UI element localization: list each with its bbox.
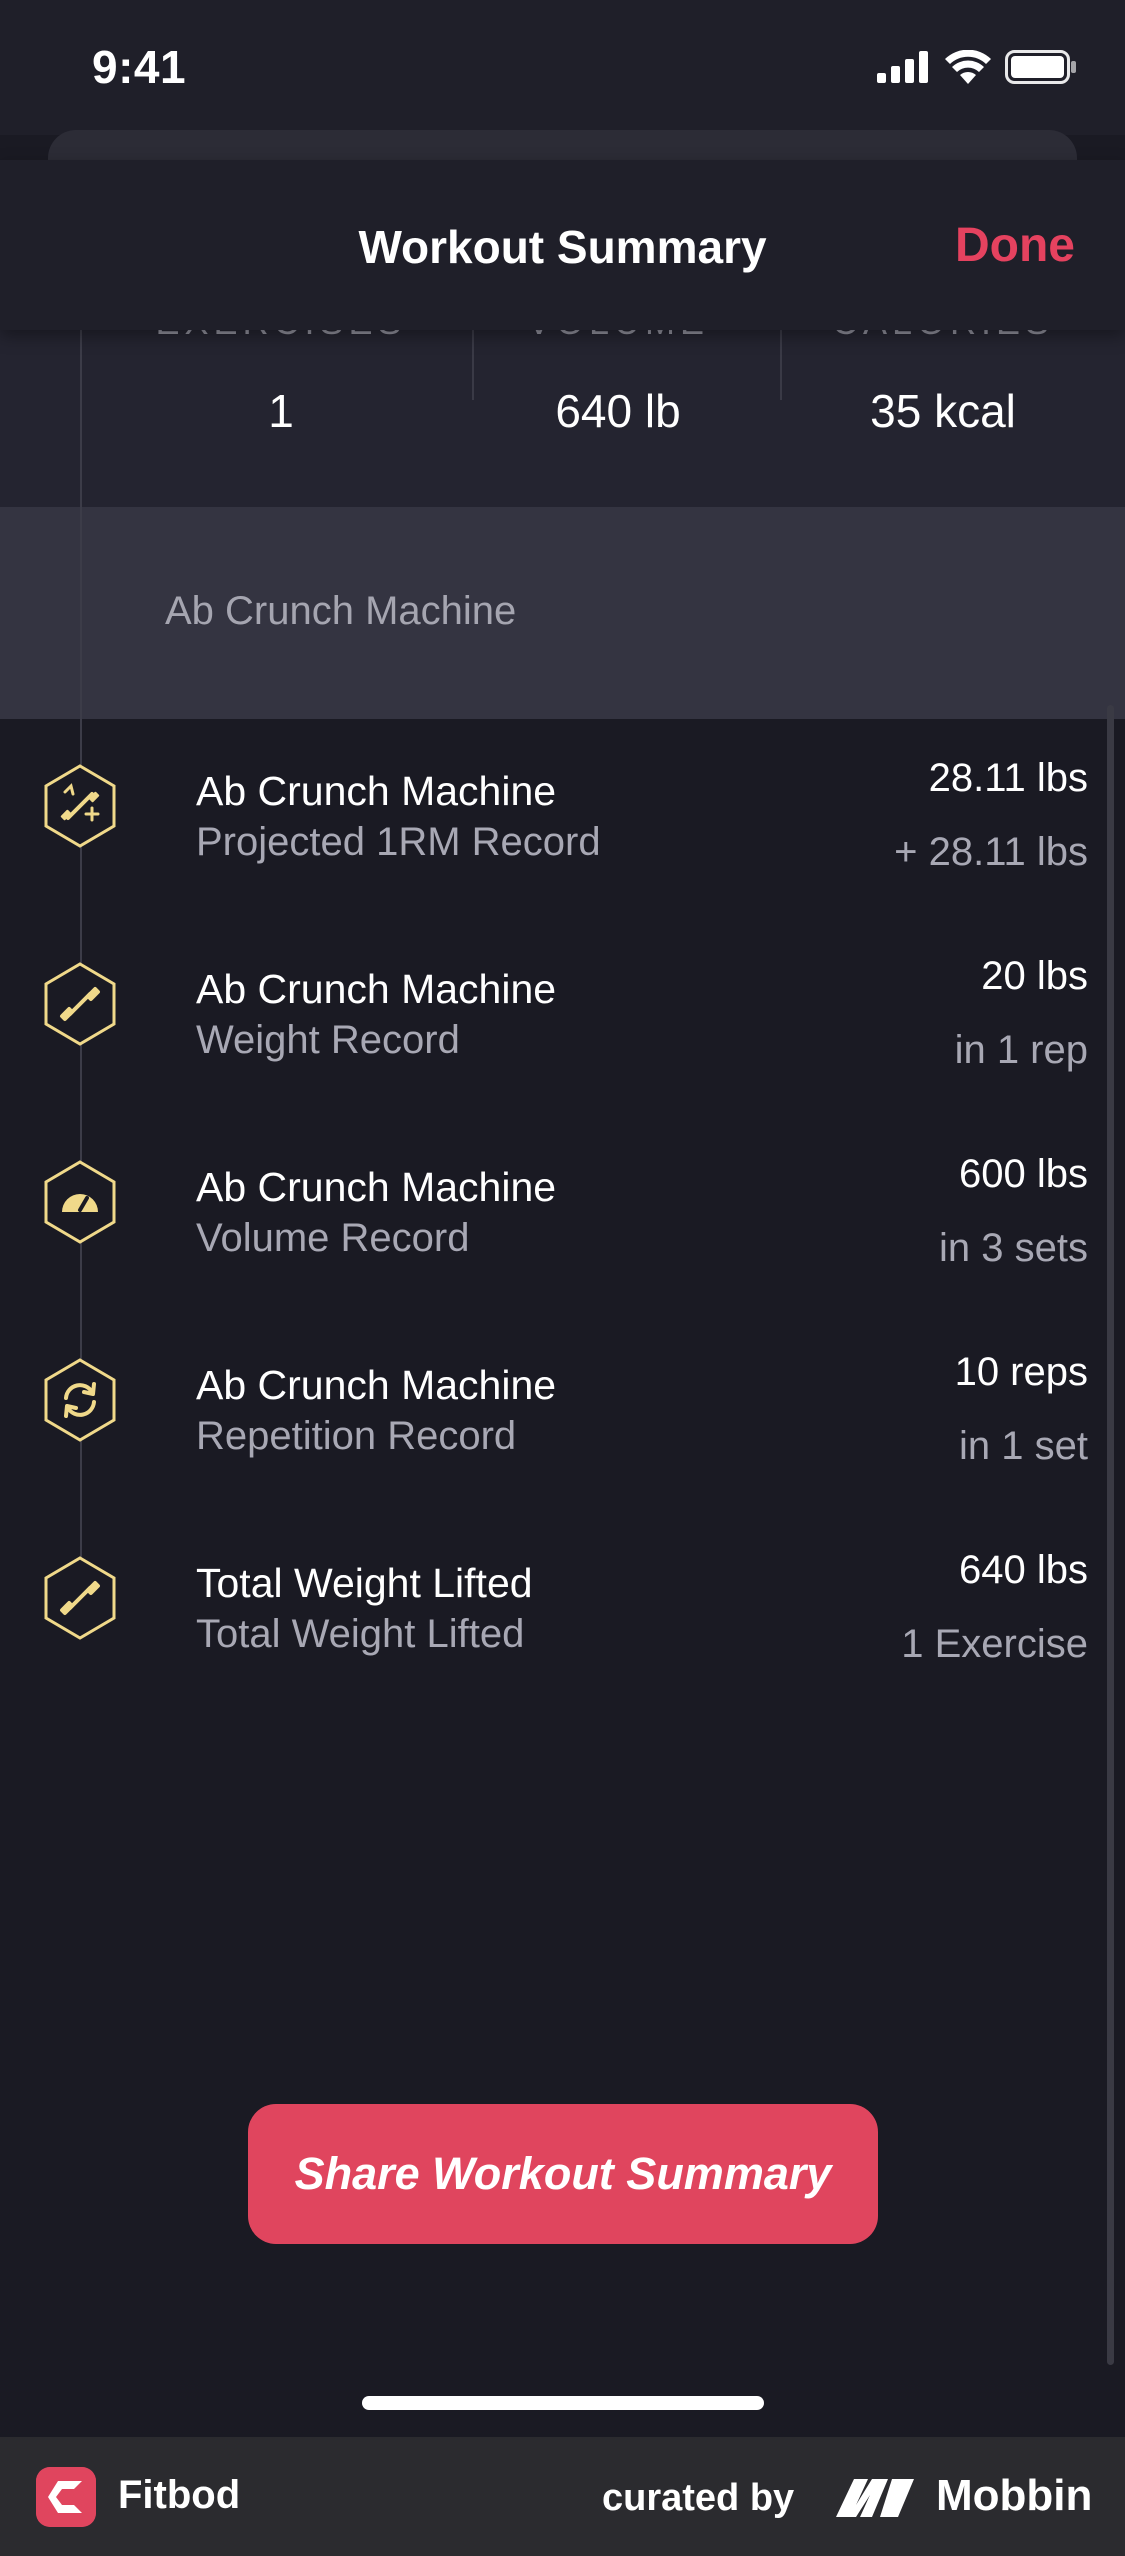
record-type: Projected 1RM Record — [196, 820, 601, 864]
footer-brand: Mobbin — [936, 2471, 1093, 2520]
footer-curated-by: curated by — [602, 2477, 795, 2519]
record-type: Repetition Record — [196, 1414, 517, 1458]
record-name: Ab Crunch Machine — [196, 1362, 557, 1408]
record-name: Ab Crunch Machine — [196, 966, 557, 1012]
record-value: 10 reps — [954, 1350, 1088, 1394]
record-detail: + 28.11 lbs — [894, 830, 1088, 874]
status-bar: 9:41 — [0, 0, 1125, 135]
record-value: 600 lbs — [959, 1152, 1088, 1196]
record-type: Volume Record — [196, 1216, 470, 1260]
record-detail: in 3 sets — [939, 1226, 1088, 1270]
fitbod-logo-icon — [36, 2467, 96, 2527]
section-header: Ab Crunch Machine — [0, 507, 1125, 719]
section-title: Ab Crunch Machine — [165, 589, 517, 633]
record-item[interactable]: Total Weight Lifted Total Weight Lifted … — [0, 1548, 1125, 1714]
record-detail: in 1 rep — [954, 1028, 1088, 1072]
record-item[interactable]: Ab Crunch Machine Weight Record 20 lbs i… — [0, 954, 1125, 1120]
stat-value: 640 lb — [555, 385, 681, 437]
record-detail: in 1 set — [959, 1424, 1088, 1468]
record-name: Total Weight Lifted — [196, 1560, 533, 1606]
mobbin-logo-icon — [836, 2479, 914, 2517]
stat-divider — [780, 330, 782, 400]
footer: Fitbod curated by Mobbin — [0, 2437, 1125, 2556]
scrollbar[interactable] — [1107, 705, 1114, 2365]
share-workout-summary-button[interactable]: Share Workout Summary — [248, 2104, 878, 2244]
wifi-icon — [945, 50, 991, 84]
status-icons — [877, 50, 1077, 84]
stat-value: 35 kcal — [870, 385, 1016, 437]
nav-bar: Workout Summary Done — [0, 160, 1125, 330]
record-type: Total Weight Lifted — [196, 1612, 525, 1656]
record-value: 20 lbs — [981, 954, 1088, 998]
record-value: 640 lbs — [959, 1548, 1088, 1592]
battery-icon — [1005, 50, 1076, 84]
record-type: Weight Record — [196, 1018, 460, 1062]
footer-app-name: Fitbod — [118, 2473, 241, 2517]
record-item[interactable]: Ab Crunch Machine Repetition Record 10 r… — [0, 1350, 1125, 1516]
gauge-icon — [44, 1160, 116, 1244]
record-item[interactable]: Ab Crunch Machine Volume Record 600 lbs … — [0, 1152, 1125, 1318]
dumbbell-icon — [44, 1556, 116, 1640]
record-detail: 1 Exercise — [901, 1622, 1088, 1666]
stat-value: 1 — [268, 385, 294, 437]
record-item[interactable]: Ab Crunch Machine Projected 1RM Record 2… — [0, 756, 1125, 922]
share-button-label: Share Workout Summary — [294, 2148, 832, 2199]
record-name: Ab Crunch Machine — [196, 1164, 557, 1210]
repeat-icon — [44, 1358, 116, 1442]
cellular-signal-icon — [877, 51, 928, 83]
record-value: 28.11 lbs — [928, 756, 1088, 800]
home-indicator[interactable] — [362, 2396, 764, 2410]
done-button[interactable]: Done — [955, 218, 1075, 273]
status-time: 9:41 — [92, 41, 187, 93]
projected-1rm-icon — [44, 764, 116, 848]
record-name: Ab Crunch Machine — [196, 768, 557, 814]
dumbbell-icon — [44, 962, 116, 1046]
